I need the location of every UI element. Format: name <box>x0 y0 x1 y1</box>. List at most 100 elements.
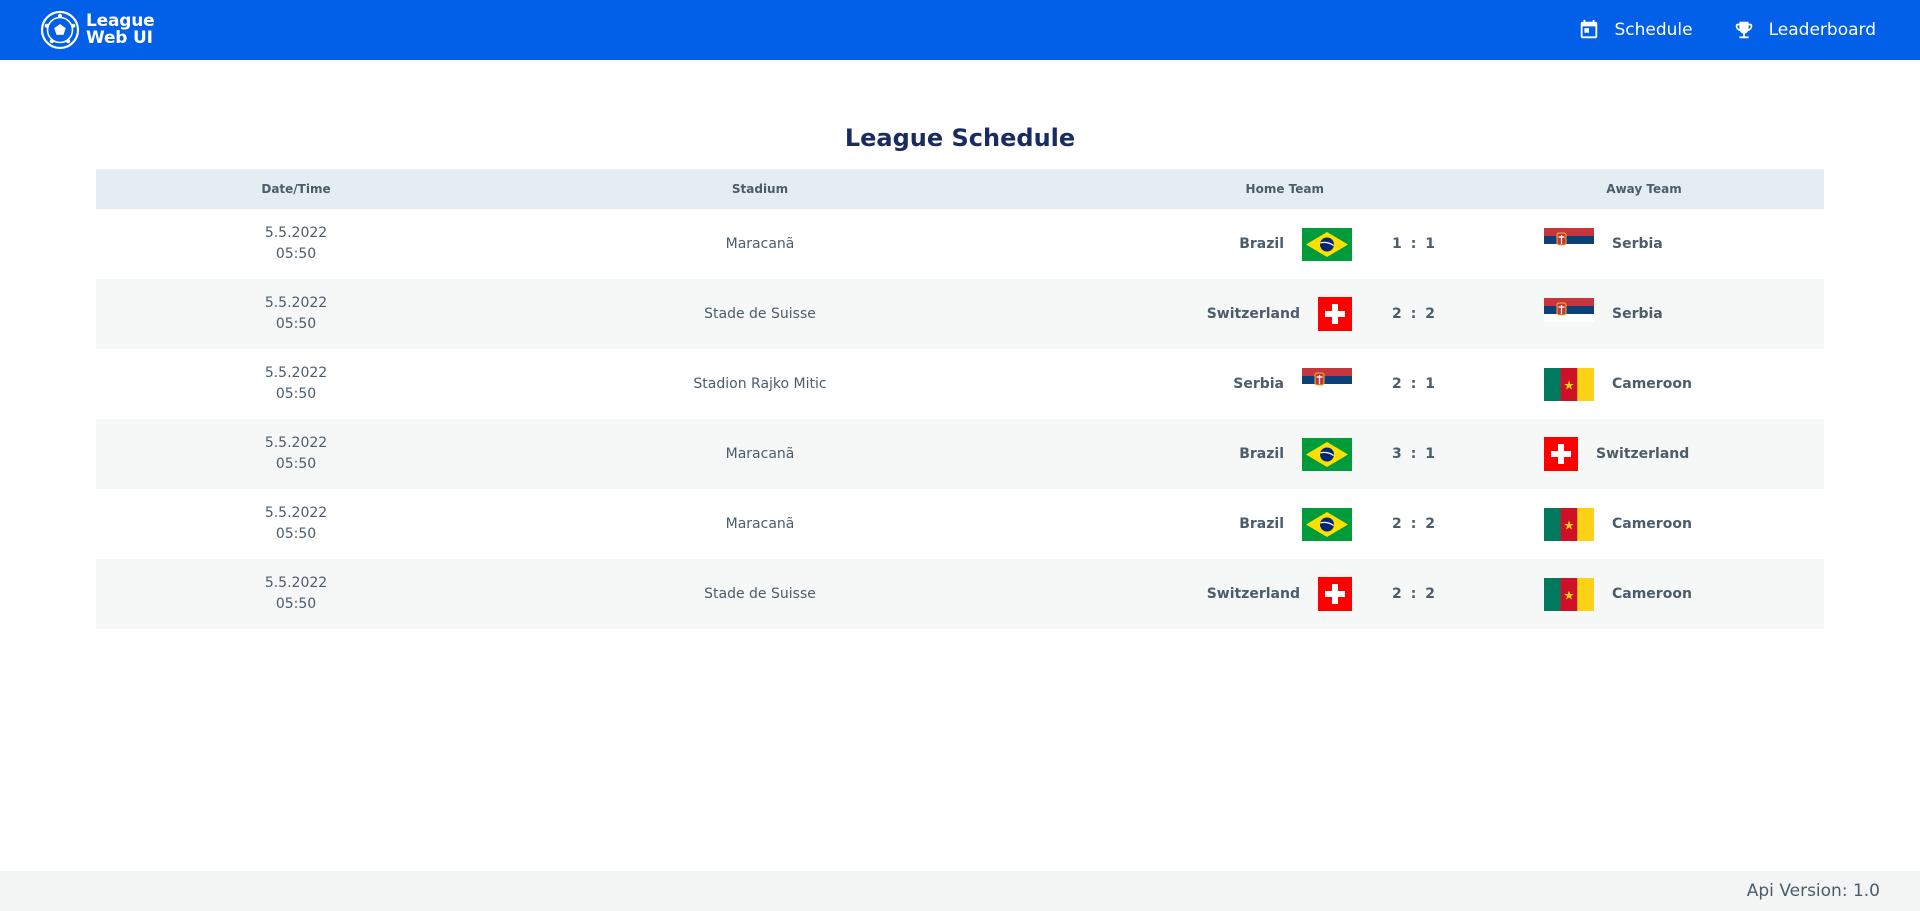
home-score: 2 <box>1391 586 1403 602</box>
score-separator: : <box>1410 306 1418 322</box>
brand-line-2: Web UI <box>86 28 153 48</box>
cell-score: 3:1 <box>1364 419 1464 489</box>
cell-datetime: 5.5.2022 05:50 <box>96 209 496 279</box>
switzerland-flag-icon <box>1318 297 1352 331</box>
away-score: 2 <box>1425 306 1437 322</box>
away-team-name: Serbia <box>1612 236 1663 252</box>
schedule-body: 5.5.2022 05:50 Maracanã Brazil 1:1 Serbi… <box>96 209 1824 629</box>
schedule-table: Date/Time Stadium Home Team Away Team 5.… <box>96 169 1824 629</box>
away-score: 1 <box>1425 446 1437 462</box>
away-team-name: Switzerland <box>1596 446 1690 462</box>
cell-away-team: Serbia <box>1464 209 1824 279</box>
cell-away-team: Cameroon <box>1464 559 1824 629</box>
brazil-flag-icon <box>1302 507 1352 541</box>
table-row[interactable]: 5.5.2022 05:50 Maracanã Brazil 2:2 Camer… <box>96 489 1824 559</box>
nav-leaderboard-link[interactable]: Leaderboard <box>1733 19 1876 41</box>
cell-datetime: 5.5.2022 05:50 <box>96 349 496 419</box>
trophy-icon <box>1735 21 1752 39</box>
table-row[interactable]: 5.5.2022 05:50 Stadion Rajko Mitic Serbi… <box>96 349 1824 419</box>
away-score: 2 <box>1425 516 1437 532</box>
api-version-label: Api Version: 1.0 <box>1746 881 1880 901</box>
cell-datetime: 5.5.2022 05:50 <box>96 279 496 349</box>
cameroon-flag-icon <box>1544 507 1594 541</box>
serbia-flag-icon <box>1544 298 1594 322</box>
table-row[interactable]: 5.5.2022 05:50 Maracanã Brazil 1:1 Serbi… <box>96 209 1824 279</box>
cell-score: 2:2 <box>1364 489 1464 559</box>
nav-schedule-link[interactable]: Schedule <box>1578 19 1693 41</box>
cell-away-team: Switzerland <box>1464 419 1824 489</box>
brazil-flag-icon <box>1302 227 1352 261</box>
cell-away-team: Cameroon <box>1464 489 1824 559</box>
away-score: 1 <box>1425 376 1437 392</box>
table-header-row: Date/Time Stadium Home Team Away Team <box>96 169 1824 209</box>
home-score: 2 <box>1391 516 1403 532</box>
match-time: 05:50 <box>275 316 317 332</box>
page-title: League Schedule <box>844 124 1076 152</box>
cell-stadium: Maracanã <box>725 446 795 462</box>
table-row[interactable]: 5.5.2022 05:50 Stade de Suisse Switzerla… <box>96 559 1824 629</box>
cell-away-team: Serbia <box>1464 279 1824 349</box>
serbia-flag-icon <box>1302 368 1352 392</box>
brand-text: League Web UI <box>86 13 155 48</box>
match-date: 5.5.2022 <box>264 505 328 521</box>
brand-logo-link[interactable]: League Web UI <box>40 10 155 50</box>
cell-stadium: Stade de Suisse <box>704 306 816 322</box>
calendar-icon <box>1581 19 1598 39</box>
soccer-ball-logo-icon <box>40 10 80 50</box>
match-date: 5.5.2022 <box>264 295 328 311</box>
away-team-name: Cameroon <box>1612 376 1692 392</box>
match-time: 05:50 <box>275 526 317 542</box>
cell-score: 1:1 <box>1364 209 1464 279</box>
brazil-flag-icon <box>1302 437 1352 471</box>
match-date: 5.5.2022 <box>264 365 328 381</box>
home-score: 2 <box>1391 306 1403 322</box>
serbia-flag-icon <box>1544 228 1594 252</box>
table-row[interactable]: 5.5.2022 05:50 Maracanã Brazil 3:1 Switz… <box>96 419 1824 489</box>
home-score: 1 <box>1391 236 1403 252</box>
match-time: 05:50 <box>275 246 317 262</box>
schedule-table-container: Date/Time Stadium Home Team Away Team 5.… <box>96 169 1824 629</box>
cell-home-team: Switzerland <box>1024 559 1364 629</box>
cameroon-flag-icon <box>1544 367 1594 401</box>
score-separator: : <box>1410 446 1418 462</box>
match-time: 05:50 <box>275 596 317 612</box>
home-team-name: Switzerland <box>1206 586 1300 602</box>
away-score: 1 <box>1425 236 1437 252</box>
table-row[interactable]: 5.5.2022 05:50 Stade de Suisse Switzerla… <box>96 279 1824 349</box>
cell-home-team: Serbia <box>1024 349 1364 419</box>
home-team-name: Switzerland <box>1206 306 1300 322</box>
home-team-name: Brazil <box>1239 446 1284 462</box>
score-separator: : <box>1410 236 1418 252</box>
navbar: League Web UI Schedule Leaderboard <box>0 0 1920 60</box>
cameroon-flag-icon <box>1544 577 1594 611</box>
switzerland-flag-icon <box>1544 437 1578 471</box>
cell-datetime: 5.5.2022 05:50 <box>96 489 496 559</box>
match-time: 05:50 <box>275 456 317 472</box>
header-away-team: Away Team <box>1606 182 1682 196</box>
cell-stadium: Maracanã <box>725 516 795 532</box>
cell-home-team: Brazil <box>1024 489 1364 559</box>
cell-datetime: 5.5.2022 05:50 <box>96 559 496 629</box>
away-team-name: Serbia <box>1612 306 1663 322</box>
cell-home-team: Brazil <box>1024 209 1364 279</box>
cell-home-team: Brazil <box>1024 419 1364 489</box>
cell-stadium: Maracanã <box>725 236 795 252</box>
home-team-name: Serbia <box>1233 376 1284 392</box>
home-score: 3 <box>1391 446 1403 462</box>
away-score: 2 <box>1425 586 1437 602</box>
score-separator: : <box>1410 376 1418 392</box>
home-team-name: Brazil <box>1239 516 1284 532</box>
footer: Api Version: 1.0 <box>0 871 1920 911</box>
score-separator: : <box>1410 516 1418 532</box>
home-score: 2 <box>1391 376 1403 392</box>
score-separator: : <box>1410 586 1418 602</box>
nav-links: Schedule Leaderboard <box>1578 19 1880 41</box>
header-datetime: Date/Time <box>261 182 331 196</box>
cell-score: 2:2 <box>1364 559 1464 629</box>
header-score-spacer <box>1364 169 1464 209</box>
header-stadium: Stadium <box>731 182 789 196</box>
cell-stadium: Stade de Suisse <box>704 586 816 602</box>
away-team-name: Cameroon <box>1612 516 1692 532</box>
nav-leaderboard-label: Leaderboard <box>1768 20 1876 40</box>
cell-away-team: Cameroon <box>1464 349 1824 419</box>
